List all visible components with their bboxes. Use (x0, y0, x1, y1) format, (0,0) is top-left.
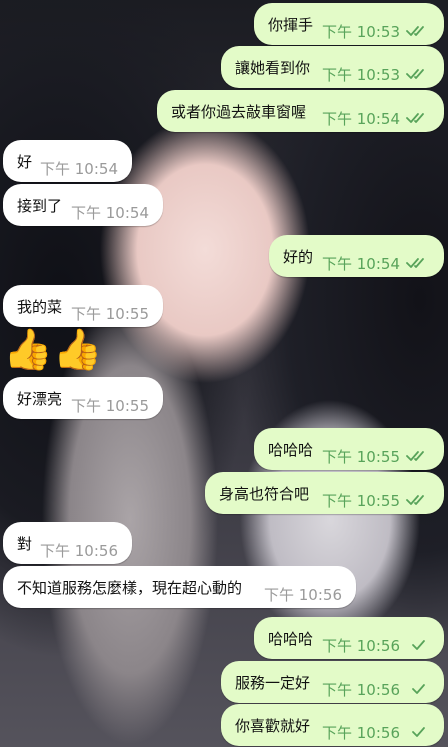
message-time: 下午 10:56 (322, 680, 400, 699)
message-bubble-outgoing[interactable]: 服務一定好 下午 10:56 (221, 661, 444, 703)
message-time: 下午 10:56 (322, 636, 400, 655)
message-bubble-outgoing[interactable]: 你揮手 下午 10:53 (254, 3, 444, 45)
message-bubble-incoming[interactable]: 好漂亮 下午 10:55 (3, 377, 163, 419)
message-time: 下午 10:56 (40, 541, 118, 560)
message-text: 哈哈哈 (268, 629, 314, 648)
message-text: 我的菜 (17, 297, 63, 316)
message-text: 好 (17, 152, 33, 171)
single-check-icon (412, 727, 425, 737)
message-bubble-incoming[interactable]: 接到了 下午 10:54 (3, 184, 163, 226)
message-bubble-outgoing[interactable]: 讓她看到你 下午 10:53 (221, 46, 444, 88)
message-time: 下午 10:54 (71, 203, 149, 222)
double-check-icon (406, 26, 424, 36)
message-text: 哈哈哈 (268, 440, 314, 459)
message-bubble-incoming[interactable]: 好 下午 10:54 (3, 140, 132, 182)
message-time: 下午 10:55 (71, 396, 149, 415)
thumbs-up-icon[interactable]: 👍👍 (3, 328, 103, 372)
message-text: 你揮手 (268, 15, 314, 34)
message-bubble-outgoing[interactable]: 哈哈哈 下午 10:55 (254, 428, 444, 470)
message-text: 服務一定好 (235, 673, 311, 692)
message-time: 下午 10:56 (322, 723, 400, 742)
message-bubble-outgoing[interactable]: 或者你過去敲車窗喔 下午 10:54 (157, 90, 444, 132)
message-text: 好的 (283, 247, 314, 266)
message-time: 下午 10:55 (322, 491, 400, 510)
message-time: 下午 10:55 (71, 304, 149, 323)
message-bubble-incoming[interactable]: 不知道服務怎麼樣，現在超心動的 下午 10:56 (3, 566, 356, 608)
message-time: 下午 10:55 (322, 447, 400, 466)
message-text: 對 (17, 534, 33, 553)
message-bubble-outgoing[interactable]: 哈哈哈 下午 10:56 (254, 617, 444, 659)
message-bubble-outgoing[interactable]: 身高也符合吧 下午 10:55 (205, 472, 444, 514)
double-check-icon (406, 69, 424, 79)
message-text: 或者你過去敲車窗喔 (171, 102, 307, 121)
message-time: 下午 10:54 (322, 109, 400, 128)
message-bubble-incoming[interactable]: 我的菜 下午 10:55 (3, 285, 163, 327)
message-time: 下午 10:56 (264, 585, 342, 604)
double-check-icon (406, 113, 424, 123)
message-text: 不知道服務怎麼樣，現在超心動的 (17, 578, 243, 597)
message-bubble-outgoing[interactable]: 你喜歡就好 下午 10:56 (221, 704, 444, 746)
message-text: 好漂亮 (17, 389, 63, 408)
message-time: 下午 10:53 (322, 65, 400, 84)
double-check-icon (406, 258, 424, 268)
message-bubble-incoming[interactable]: 對 下午 10:56 (3, 522, 132, 564)
double-check-icon (406, 495, 424, 505)
message-text: 讓她看到你 (235, 58, 311, 77)
message-time: 下午 10:54 (322, 254, 400, 273)
single-check-icon (412, 640, 425, 650)
single-check-icon (412, 684, 425, 694)
message-time: 下午 10:53 (322, 22, 400, 41)
message-time: 下午 10:54 (40, 159, 118, 178)
double-check-icon (406, 451, 424, 461)
message-text: 接到了 (17, 196, 63, 215)
message-text: 身高也符合吧 (219, 484, 310, 503)
message-text: 你喜歡就好 (235, 716, 311, 735)
message-bubble-outgoing[interactable]: 好的 下午 10:54 (269, 235, 444, 277)
